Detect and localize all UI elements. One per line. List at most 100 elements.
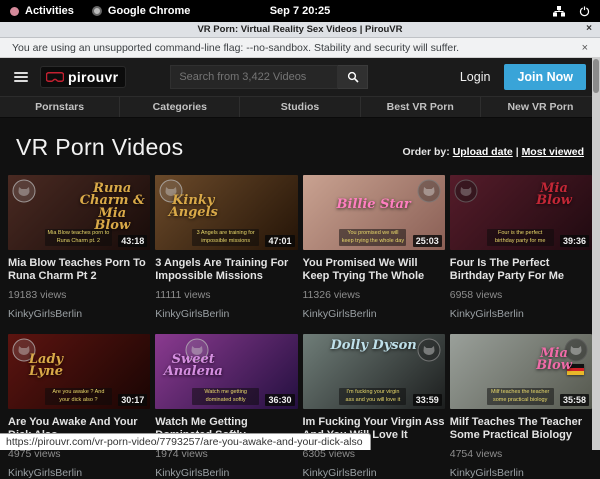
site-header: pirouvr Login Join Now	[0, 58, 600, 96]
warning-infobar: You are using an unsupported command-lin…	[0, 38, 600, 58]
video-views: 6958 views	[450, 289, 592, 301]
video-thumbnail[interactable]: Billie Star You promised we will keep tr…	[303, 175, 445, 250]
app-indicator[interactable]: Google Chrome	[92, 5, 191, 17]
browser-title-bar: VR Porn: Virtual Reality Sex Videos | Pi…	[0, 22, 600, 38]
studio-link[interactable]: KinkyGirlsBerlin	[450, 467, 592, 479]
menu-item-new-vr-porn[interactable]: New VR Porn	[481, 97, 600, 117]
thumbnail-caption: Milf teaches the teacher some practical …	[487, 388, 554, 405]
video-card: Mia Blow Four is the perfect birthday pa…	[450, 175, 592, 320]
studio-cat-logo-icon	[159, 179, 183, 203]
menu-item-pornstars[interactable]: Pornstars	[0, 97, 120, 117]
video-title[interactable]: You Promised We Will Keep Trying The Who…	[303, 257, 445, 284]
search-input[interactable]	[170, 65, 338, 89]
video-thumbnail[interactable]: Sweet Analena Watch me getting dominated…	[155, 334, 297, 409]
app-name-label: Google Chrome	[108, 5, 191, 17]
video-card: Sweet Analena Watch me getting dominated…	[155, 334, 297, 479]
window-close-icon[interactable]: ×	[586, 23, 592, 34]
studio-cat-logo-icon	[12, 338, 36, 362]
scrollbar-thumb[interactable]	[593, 59, 599, 93]
studio-cat-logo-icon	[185, 338, 209, 362]
order-by-most-viewed-link[interactable]: Most viewed	[522, 146, 584, 158]
duration-badge: 39:36	[560, 235, 589, 247]
video-thumbnail[interactable]: Runa Charm & Mia Blow Mia Blow teaches p…	[8, 175, 150, 250]
studio-cat-logo-icon	[12, 179, 36, 203]
video-title[interactable]: Milf Teaches The Teacher Some Practical …	[450, 416, 592, 443]
studio-link[interactable]: KinkyGirlsBerlin	[450, 308, 592, 320]
menu-item-studios[interactable]: Studios	[240, 97, 360, 117]
search-bar	[170, 65, 368, 89]
video-thumbnail[interactable]: Mia Blow Milf teaches the teacher some p…	[450, 334, 592, 409]
studio-link[interactable]: KinkyGirlsBerlin	[155, 308, 297, 320]
video-card: Lady Lyne Are you awake ? And your dick …	[8, 334, 150, 479]
vr-goggles-icon	[46, 72, 64, 83]
duration-badge: 25:03	[413, 235, 442, 247]
video-thumbnail[interactable]: Dolly Dyson I'm fucking your virgin ass …	[303, 334, 445, 409]
activities-label: Activities	[25, 5, 74, 17]
menu-item-best-vr-porn[interactable]: Best VR Porn	[361, 97, 481, 117]
duration-badge: 47:01	[265, 235, 294, 247]
thumbnail-caption: Watch me getting dominated softly	[192, 388, 259, 405]
activities-button[interactable]: Activities	[10, 5, 74, 17]
duration-badge: 36:30	[265, 394, 294, 406]
chrome-icon	[92, 6, 102, 16]
studio-cat-logo-icon	[417, 338, 441, 362]
network-icon[interactable]	[553, 6, 565, 17]
scrollbar[interactable]	[592, 58, 600, 450]
video-thumbnail[interactable]: Mia Blow Four is the perfect birthday pa…	[450, 175, 592, 250]
studio-link[interactable]: KinkyGirlsBerlin	[303, 467, 445, 479]
video-card: Mia Blow Milf teaches the teacher some p…	[450, 334, 592, 479]
studio-link[interactable]: KinkyGirlsBerlin	[8, 308, 150, 320]
thumbnail-overlay-text: Runa Charm & Mia Blow	[79, 183, 145, 232]
german-flag-icon	[567, 364, 584, 375]
order-by-upload-date-link[interactable]: Upload date	[453, 146, 513, 158]
video-card: Runa Charm & Mia Blow Mia Blow teaches p…	[8, 175, 150, 320]
duration-badge: 35:58	[560, 394, 589, 406]
video-views: 11111 views	[155, 289, 297, 301]
thumbnail-caption: You promised we will keep trying the who…	[339, 229, 406, 246]
video-views: 11326 views	[303, 289, 445, 301]
warning-close-icon[interactable]: ×	[582, 42, 588, 54]
thumbnail-caption: Four is the perfect birthday party for m…	[487, 229, 554, 246]
video-card: Billie Star You promised we will keep tr…	[303, 175, 445, 320]
window-title: VR Porn: Virtual Reality Sex Videos | Pi…	[197, 24, 402, 35]
duration-badge: 33:59	[413, 394, 442, 406]
video-card: Dolly Dyson I'm fucking your virgin ass …	[303, 334, 445, 479]
search-button[interactable]	[338, 65, 368, 89]
system-top-bar: Activities Google Chrome Sep 7 20:25	[0, 0, 600, 22]
studio-cat-logo-icon	[417, 179, 441, 203]
video-title[interactable]: Four Is The Perfect Birthday Party For M…	[450, 257, 592, 284]
duration-badge: 30:17	[118, 394, 147, 406]
order-by-label: Order by:	[403, 146, 450, 158]
studio-cat-logo-icon	[564, 338, 588, 362]
warning-message: You are using an unsupported command-lin…	[12, 42, 459, 54]
studio-cat-logo-icon	[454, 179, 478, 203]
order-by: Order by: Upload date | Most viewed	[403, 146, 585, 161]
join-now-button[interactable]: Join Now	[504, 64, 586, 90]
video-views: 19183 views	[8, 289, 150, 301]
duration-badge: 43:18	[118, 235, 147, 247]
video-thumbnail[interactable]: Lady Lyne Are you awake ? And your dick …	[8, 334, 150, 409]
studio-link[interactable]: KinkyGirlsBerlin	[303, 308, 445, 320]
menu-item-categories[interactable]: Categories	[120, 97, 240, 117]
page-title: VR Porn Videos	[16, 134, 183, 161]
site-logo[interactable]: pirouvr	[40, 66, 126, 88]
search-icon	[347, 71, 359, 83]
main-menu: Pornstars Categories Studios Best VR Por…	[0, 96, 600, 118]
video-card: Kinky Angels 3 Angels are training for i…	[155, 175, 297, 320]
link-preview-status-bar: https://pirouvr.com/vr-porn-video/779325…	[0, 433, 371, 450]
video-title[interactable]: Mia Blow Teaches Porn To Runa Charm Pt 2	[8, 257, 150, 284]
activities-icon	[10, 7, 19, 16]
thumbnail-caption: Are you awake ? And your dick also ?	[45, 388, 112, 405]
studio-link[interactable]: KinkyGirlsBerlin	[155, 467, 297, 479]
thumbnail-caption: Mia Blow teaches porn to Runa Charm pt. …	[45, 229, 112, 246]
thumbnail-caption: 3 Angels are training for impossible mis…	[192, 229, 259, 246]
thumbnail-caption: I'm fucking your virgin ass and you will…	[339, 388, 406, 405]
video-title[interactable]: 3 Angels Are Training For Impossible Mis…	[155, 257, 297, 284]
logo-text: pirouvr	[68, 69, 118, 85]
power-icon[interactable]	[579, 6, 590, 17]
login-link[interactable]: Login	[460, 70, 491, 84]
video-thumbnail[interactable]: Kinky Angels 3 Angels are training for i…	[155, 175, 297, 250]
menu-hamburger-icon[interactable]	[14, 72, 28, 82]
studio-link[interactable]: KinkyGirlsBerlin	[8, 467, 150, 479]
order-by-separator: |	[513, 146, 522, 158]
